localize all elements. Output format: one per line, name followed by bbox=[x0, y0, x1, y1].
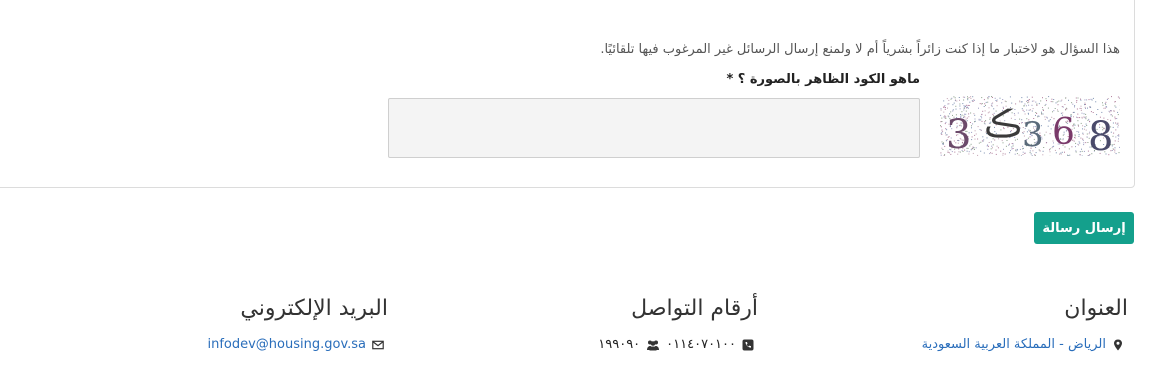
hotline-number: ١٩٩٠٩٠ bbox=[598, 337, 641, 352]
phone-number: ٠١١٤٠٧٠١٠٠ bbox=[666, 337, 736, 352]
email-heading: البريد الإلكتروني bbox=[240, 296, 388, 321]
map-marker-icon bbox=[1114, 339, 1122, 350]
phones-line: ٠١١٤٠٧٠١٠٠ ١٩٩٠٩٠ bbox=[598, 337, 754, 352]
address-line: الرياض - المملكة العربية السعودية bbox=[922, 337, 1124, 352]
captcha-label: ماهو الكود الظاهر بالصورة ؟ * bbox=[726, 72, 920, 87]
svg-text:3: 3 bbox=[946, 112, 971, 156]
svg-text:8: 8 bbox=[1088, 114, 1113, 156]
svg-text:3: 3 bbox=[1022, 115, 1044, 155]
captcha-input[interactable] bbox=[388, 98, 920, 158]
svg-text:6: 6 bbox=[1052, 112, 1075, 153]
email-line: infodev@housing.gov.sa bbox=[207, 337, 384, 352]
captcha-panel bbox=[0, 0, 1135, 188]
phone-icon bbox=[742, 339, 754, 350]
captcha-image: 3 ڪ 3 6 8 bbox=[940, 96, 1120, 156]
phones-heading: أرقام التواصل bbox=[631, 296, 758, 321]
users-icon bbox=[647, 340, 660, 350]
captcha-help-text: هذا السؤال هو لاختبار ما إذا كنت زائراً … bbox=[600, 42, 1120, 57]
address-heading: العنوان bbox=[1064, 296, 1128, 321]
svg-text:ڪ: ڪ bbox=[984, 104, 1022, 145]
envelope-icon bbox=[372, 340, 384, 349]
address-link[interactable]: الرياض - المملكة العربية السعودية bbox=[922, 337, 1106, 352]
send-message-button[interactable]: إرسال رسالة bbox=[1034, 212, 1134, 244]
email-link[interactable]: infodev@housing.gov.sa bbox=[207, 337, 366, 352]
